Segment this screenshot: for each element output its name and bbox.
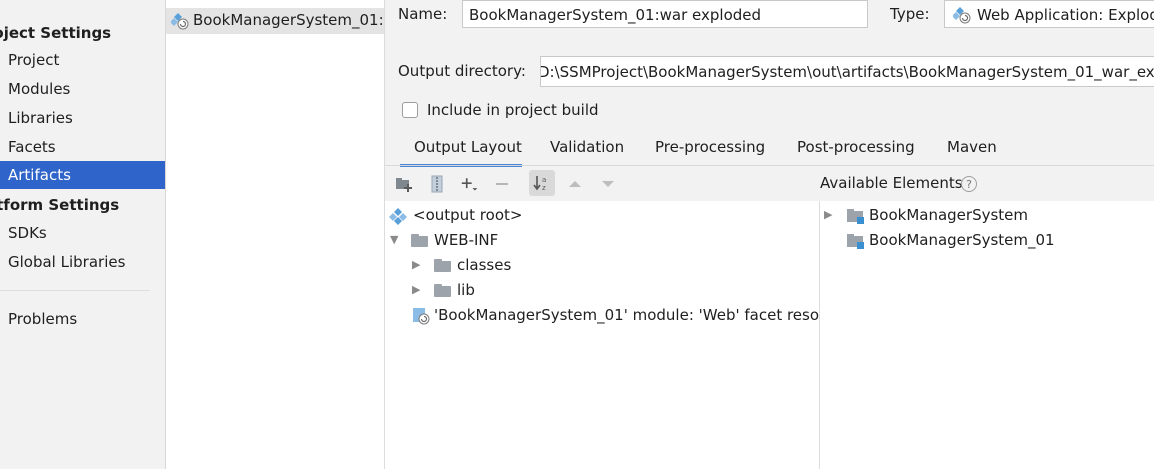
settings-sidebar: roject Settings Project Modules Librarie… bbox=[0, 0, 166, 469]
output-directory-value: D:\SSMProject\BookManagerSystem\out\arti… bbox=[540, 63, 1154, 81]
web-artifact-icon bbox=[171, 13, 189, 30]
sidebar-item-artifacts[interactable]: Artifacts bbox=[0, 161, 165, 189]
sidebar-item-problems[interactable]: Problems bbox=[0, 305, 165, 333]
svg-text:a: a bbox=[542, 176, 546, 184]
sidebar-item-project[interactable]: Project bbox=[0, 46, 165, 74]
name-label: Name: bbox=[398, 5, 448, 23]
new-folder-icon[interactable] bbox=[395, 175, 413, 193]
output-layout-tree: <output root> ▼ WEB-INF ▶ classes ▶ lib … bbox=[385, 201, 820, 469]
tree-node-label: 'BookManagerSystem_01' module: 'Web' fac… bbox=[434, 306, 819, 324]
sort-icon: a z bbox=[533, 176, 546, 192]
project-settings-header: roject Settings bbox=[0, 24, 112, 42]
sidebar-item-sdks[interactable]: SDKs bbox=[0, 219, 165, 247]
folder-icon bbox=[434, 284, 451, 297]
chevron-right-icon[interactable]: ▶ bbox=[412, 283, 420, 296]
help-icon[interactable]: ? bbox=[961, 176, 977, 192]
tabs-divider bbox=[385, 165, 1154, 166]
available-elements-header: Available Elements bbox=[820, 174, 963, 192]
type-label: Type: bbox=[890, 5, 930, 23]
sort-button[interactable]: a z bbox=[529, 170, 555, 196]
tab-post-processing[interactable]: Post-processing bbox=[797, 138, 915, 156]
artifact-list-item[interactable]: BookManagerSystem_01:w bbox=[166, 8, 384, 34]
module-folder-icon bbox=[847, 209, 864, 224]
folder-icon bbox=[434, 259, 451, 272]
sidebar-divider bbox=[0, 290, 150, 291]
output-directory-field[interactable]: D:\SSMProject\BookManagerSystem\out\arti… bbox=[540, 56, 1154, 87]
sidebar-item-global-libraries[interactable]: Global Libraries bbox=[0, 248, 165, 276]
move-down-icon[interactable] bbox=[599, 175, 617, 193]
artifact-settings-panel: Name: BookManagerSystem_01:war exploded … bbox=[385, 0, 1154, 469]
name-field[interactable]: BookManagerSystem_01:war exploded bbox=[462, 0, 868, 28]
module-folder-icon bbox=[847, 234, 864, 249]
sidebar-item-libraries[interactable]: Libraries bbox=[0, 104, 165, 132]
archive-icon[interactable] bbox=[428, 175, 446, 193]
output-root-icon bbox=[389, 208, 407, 225]
tab-pre-processing[interactable]: Pre-processing bbox=[655, 138, 765, 156]
artifact-list: BookManagerSystem_01:w bbox=[166, 0, 385, 469]
chevron-right-icon[interactable]: ▶ bbox=[824, 208, 832, 221]
tree-node-web-facet[interactable]: 'BookManagerSystem_01' module: 'Web' fac… bbox=[412, 305, 819, 325]
layout-toolbar: a z bbox=[385, 167, 820, 201]
tree-node-label: classes bbox=[457, 256, 512, 274]
available-item-label: BookManagerSystem_01 bbox=[869, 231, 1055, 249]
type-select-value: Web Application: Explod bbox=[977, 6, 1154, 24]
available-item-label: BookManagerSystem bbox=[869, 206, 1029, 224]
sidebar-item-facets[interactable]: Facets bbox=[0, 133, 165, 161]
web-application-icon bbox=[953, 7, 971, 24]
available-elements-tree: ▶ BookManagerSystem BookManagerSystem_01 bbox=[820, 201, 1154, 469]
web-facet-icon bbox=[413, 308, 430, 325]
tab-validation[interactable]: Validation bbox=[550, 138, 624, 156]
tab-maven[interactable]: Maven bbox=[947, 138, 997, 156]
chevron-down-icon[interactable]: ▼ bbox=[390, 233, 398, 246]
output-directory-label: Output directory: bbox=[398, 62, 526, 80]
sidebar-item-modules[interactable]: Modules bbox=[0, 75, 165, 103]
add-icon[interactable] bbox=[461, 175, 479, 193]
tree-node-label: WEB-INF bbox=[434, 231, 499, 249]
platform-settings-header: atform Settings bbox=[0, 196, 120, 214]
include-in-build-checkbox[interactable] bbox=[402, 102, 418, 118]
chevron-right-icon[interactable]: ▶ bbox=[412, 258, 420, 271]
tree-node-label: lib bbox=[457, 281, 475, 299]
include-in-build-label: Include in project build bbox=[427, 101, 599, 119]
folder-icon bbox=[411, 234, 428, 247]
tab-output-layout[interactable]: Output Layout bbox=[414, 138, 522, 156]
type-select[interactable]: Web Application: Explod bbox=[944, 0, 1154, 28]
tree-node-label: <output root> bbox=[413, 206, 523, 224]
artifact-list-item-label: BookManagerSystem_01:w bbox=[193, 11, 384, 29]
remove-icon[interactable] bbox=[493, 175, 511, 193]
name-field-value: BookManagerSystem_01:war exploded bbox=[469, 6, 762, 24]
svg-text:z: z bbox=[542, 184, 546, 192]
move-up-icon[interactable] bbox=[566, 175, 584, 193]
